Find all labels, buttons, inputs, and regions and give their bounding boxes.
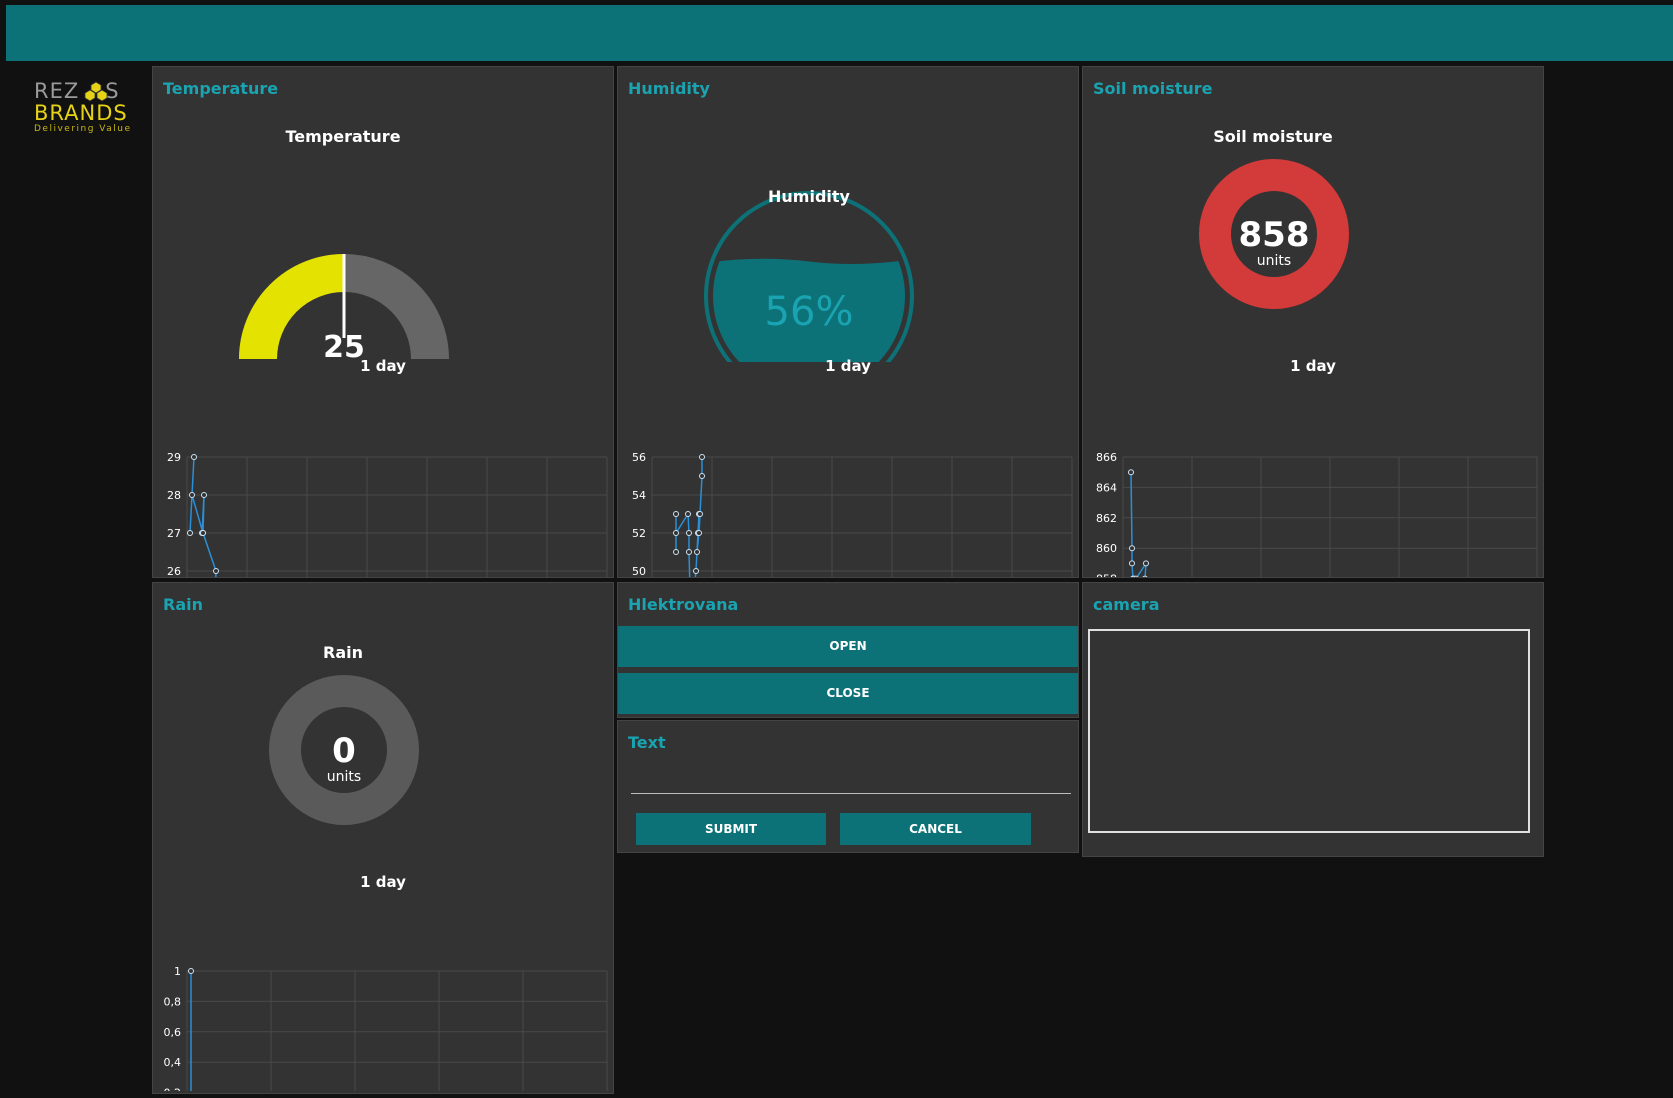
chart-y-tick-label: 0,8 — [164, 995, 182, 1008]
humidity-chart-title: 1 day — [825, 357, 871, 375]
cancel-button-label: CANCEL — [909, 822, 962, 836]
soil-moisture-card-title: Soil moisture — [1093, 79, 1213, 98]
chart-data-point — [694, 549, 700, 555]
humidity-card-title: Humidity — [628, 79, 710, 98]
temperature-gauge: 25 °C 0 50 — [239, 254, 449, 365]
cancel-button[interactable]: CANCEL — [840, 813, 1031, 845]
chart-data-point — [696, 530, 702, 536]
logo-tagline: Delivering Value — [34, 124, 132, 134]
text-form-card-title: Text — [628, 733, 666, 752]
chart-y-tick-label: 0,6 — [164, 1026, 182, 1039]
chart-y-tick-label: 54 — [632, 489, 646, 502]
chart-y-tick-label: 0,4 — [164, 1056, 182, 1069]
open-button[interactable]: OPEN — [618, 626, 1078, 667]
chart-data-point — [686, 530, 692, 536]
chart-data-point — [188, 968, 194, 974]
chart-y-tick-label: 56 — [632, 451, 646, 464]
text-input[interactable] — [631, 767, 1071, 794]
chart-data-point — [189, 492, 195, 498]
chart-data-point — [673, 511, 679, 517]
top-header-bar — [6, 5, 1673, 61]
chart-y-tick-label: 860 — [1096, 542, 1117, 555]
humidity-chart: 565452504800:00:0000:00:0000:00:0000:00:… — [632, 451, 1073, 577]
chart-data-point — [1133, 575, 1139, 577]
brand-logo: REZ S BRANDS Delivering Value — [34, 80, 130, 136]
submit-button-label: SUBMIT — [704, 822, 758, 836]
chart-y-tick-label: 26 — [167, 565, 181, 577]
rain-chart: 10,80,60,40,2000:00:0000:00:0000:00:0000… — [164, 965, 608, 1091]
hlektrovana-card: Hlektrovana OPEN CLOSE — [617, 582, 1079, 718]
chart-data-point — [200, 530, 206, 536]
soil-gauge-title: Soil moisture — [1213, 127, 1333, 146]
chart-y-tick-label: 1 — [174, 965, 181, 978]
rain-chart-title: 1 day — [360, 873, 406, 891]
chart-data-point — [1143, 560, 1149, 567]
chart-y-tick-label: 864 — [1096, 481, 1117, 494]
chart-data-point — [697, 511, 703, 517]
rain-unit: units — [327, 769, 361, 785]
chart-data-point — [673, 549, 679, 555]
chart-data-point — [213, 568, 219, 574]
chart-series-line — [675, 457, 703, 577]
humidity-gauge-title: Humidity — [768, 187, 851, 206]
chart-data-point — [699, 473, 705, 479]
soil-moisture-gauge: 858 units — [1199, 159, 1349, 309]
temperature-chart: 292827262500:00:0000:00:0000:00:0000:00:… — [167, 451, 608, 577]
soil-unit: units — [1257, 253, 1291, 269]
logo-text-rez: REZ — [34, 79, 80, 103]
text-form-card: Text SUBMIT CANCEL — [617, 720, 1079, 853]
soil-moisture-card: Soil moisture Soil moisture 858 units 1 … — [1082, 66, 1544, 578]
chart-y-tick-label: 52 — [632, 527, 646, 540]
temperature-card-title: Temperature — [163, 79, 279, 98]
chart-y-tick-label: 866 — [1096, 451, 1117, 464]
chart-y-tick-label: 28 — [167, 489, 181, 502]
humidity-value: 56% — [765, 289, 854, 335]
close-button-label: CLOSE — [826, 686, 870, 700]
chart-y-tick-label: 862 — [1096, 512, 1117, 525]
rain-gauge-title: Rain — [323, 643, 363, 662]
camera-card-title: camera — [1093, 595, 1160, 614]
temperature-chart-title: 1 day — [360, 357, 406, 375]
temperature-gauge-title: Temperature — [285, 127, 401, 146]
chart-data-point — [1129, 545, 1135, 552]
hlektrovana-card-title: Hlektrovana — [628, 595, 739, 614]
humidity-gauge: Humidity 56% — [704, 187, 914, 362]
logo-text-brands: BRANDS — [34, 101, 128, 125]
rain-value: 0 — [332, 731, 356, 771]
chart-y-tick-label: 27 — [167, 527, 181, 540]
chart-data-point — [693, 568, 699, 574]
chart-data-point — [1128, 469, 1134, 476]
open-button-label: OPEN — [829, 639, 867, 653]
humidity-card: Humidity Humidity 56% 1 day 565452504800… — [617, 66, 1079, 578]
chart-data-point — [686, 549, 692, 555]
submit-button[interactable]: SUBMIT — [636, 813, 826, 845]
chart-y-tick-label: 0,2 — [164, 1087, 182, 1091]
hexagon-logo-icon — [84, 81, 108, 102]
camera-view — [1088, 629, 1530, 833]
chart-data-point — [1129, 560, 1135, 567]
chart-data-point — [699, 454, 705, 460]
close-button[interactable]: CLOSE — [618, 673, 1078, 714]
rain-card-title: Rain — [163, 595, 203, 614]
chart-data-point — [191, 454, 197, 460]
chart-y-tick-label: 50 — [632, 565, 646, 577]
temperature-card: Temperature Temperature 25 °C 0 50 1 day… — [152, 66, 614, 578]
soil-moisture-chart: 86686486286085885600:00:0000:00:0000:00:… — [1096, 451, 1538, 577]
chart-data-point — [187, 530, 193, 536]
chart-data-point — [201, 492, 207, 498]
chart-y-tick-label: 29 — [167, 451, 181, 464]
chart-data-point — [1142, 575, 1148, 577]
rain-gauge: 0 units — [269, 675, 419, 825]
chart-data-point — [685, 511, 691, 517]
camera-card: camera — [1082, 582, 1544, 857]
chart-series-line — [189, 456, 217, 577]
chart-y-tick-label: 858 — [1096, 573, 1117, 577]
rain-card: Rain Rain 0 units 1 day 10,80,60,40,2000… — [152, 582, 614, 1094]
soil-chart-title: 1 day — [1290, 357, 1336, 375]
chart-data-point — [673, 530, 679, 536]
soil-value: 858 — [1239, 215, 1310, 255]
